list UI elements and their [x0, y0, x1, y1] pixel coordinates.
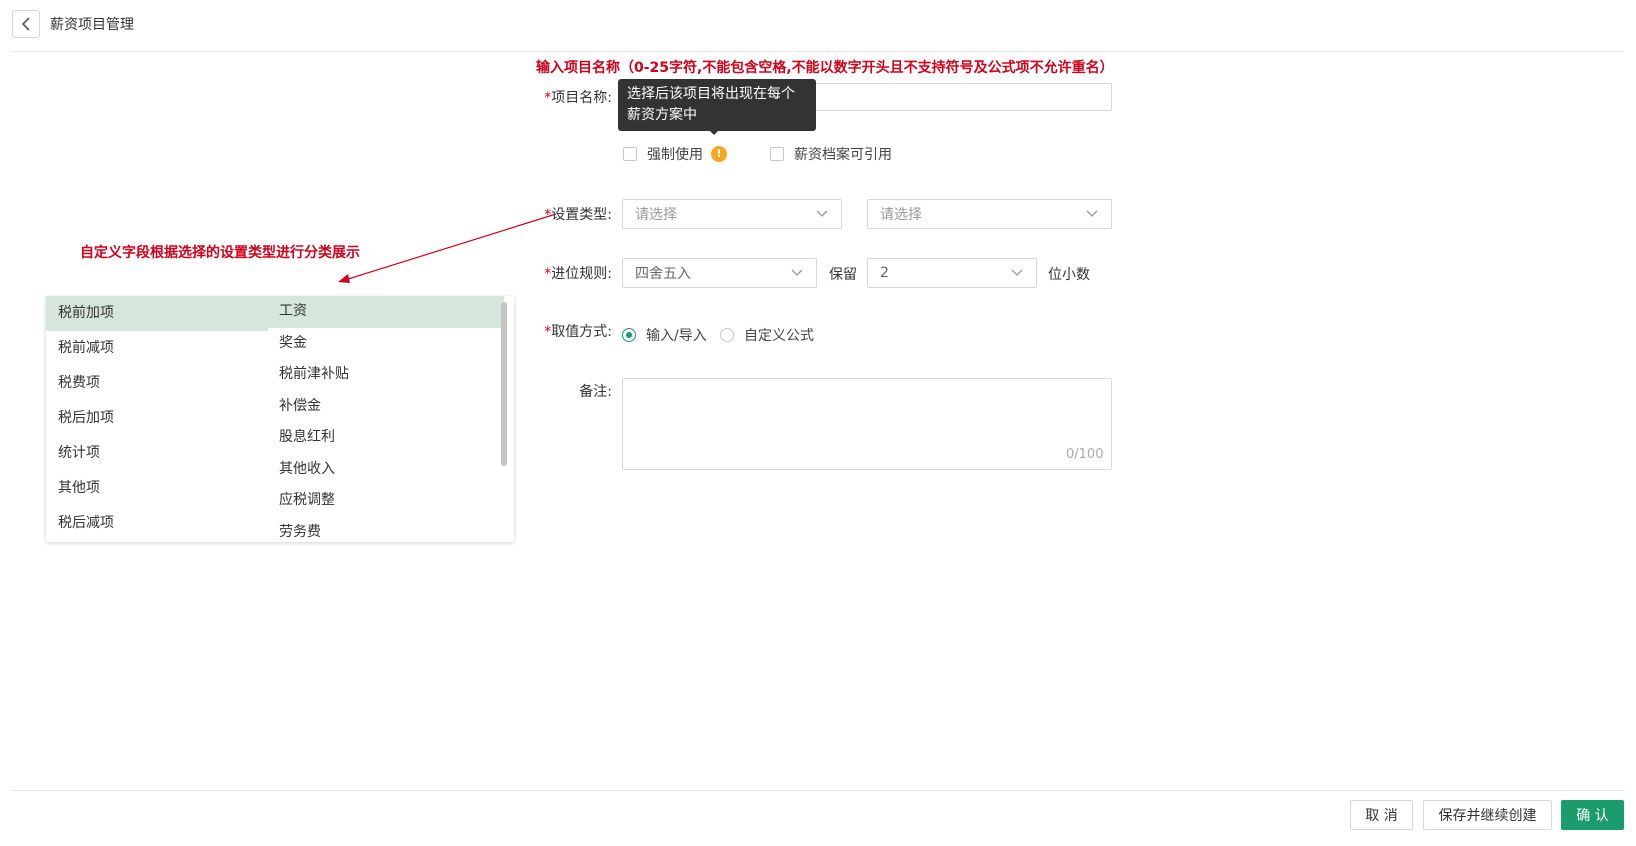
remark-textarea[interactable] — [622, 378, 1112, 470]
chevron-down-icon — [791, 269, 803, 276]
radio-label: 输入/导入 — [646, 328, 707, 344]
list-item[interactable]: 奖金 — [268, 328, 504, 360]
tooltip-arrow — [708, 129, 720, 135]
list-item[interactable]: 其他项 — [46, 471, 268, 506]
radio-custom-formula[interactable]: 自定义公式 — [720, 325, 814, 345]
list-item[interactable]: 税后加项 — [46, 401, 268, 436]
radio-dot — [720, 328, 734, 342]
value-mode-label: *取值方式: — [544, 324, 612, 340]
archive-ref-checkbox[interactable]: 薪资档案可引用 — [770, 144, 892, 164]
remark-label: 备注: — [579, 384, 612, 400]
category-list-secondary: 工资 奖金 税前津补贴 补偿金 股息红利 其他收入 应税调整 劳务费 — [268, 296, 504, 542]
remark-counter: 0/100 — [1066, 447, 1104, 462]
list-item[interactable]: 劳务费 — [268, 517, 504, 543]
select-value: 2 — [880, 265, 889, 281]
force-use-label: 强制使用 — [647, 147, 703, 163]
select-placeholder: 请选择 — [635, 207, 677, 223]
cancel-button[interactable]: 取 消 — [1350, 800, 1413, 830]
radio-input-import[interactable]: 输入/导入 — [622, 325, 707, 345]
chevron-down-icon — [1011, 269, 1023, 276]
type-label: *设置类型: — [544, 207, 612, 223]
select-value: 四舍五入 — [635, 266, 691, 282]
category-list-primary: 税前加项 税前减项 税费项 税后加项 统计项 其他项 税后减项 — [46, 296, 268, 542]
list-item[interactable]: 工资 — [268, 296, 504, 328]
chevron-down-icon — [816, 210, 828, 217]
radio-dot — [622, 328, 636, 342]
force-use-checkbox[interactable]: 强制使用 ! — [623, 144, 727, 164]
list-item[interactable]: 补偿金 — [268, 391, 504, 423]
list-item[interactable]: 应税调整 — [268, 485, 504, 517]
keep-label: 保留 — [829, 267, 857, 283]
list-item[interactable]: 股息红利 — [268, 422, 504, 454]
chevron-down-icon — [1086, 210, 1098, 217]
radio-label: 自定义公式 — [744, 328, 814, 344]
confirm-button[interactable]: 确 认 — [1561, 800, 1624, 830]
list-item[interactable]: 税前津补贴 — [268, 359, 504, 391]
checkbox-box — [770, 147, 784, 161]
select-placeholder: 请选择 — [880, 207, 922, 223]
name-label: *项目名称: — [544, 90, 612, 106]
scrollbar[interactable] — [501, 302, 507, 466]
list-item[interactable]: 税前加项 — [46, 296, 268, 331]
force-use-tooltip: 选择后该项目将出现在每个薪资方案中 — [618, 79, 816, 131]
list-item[interactable]: 税费项 — [46, 366, 268, 401]
footer-divider — [12, 790, 1624, 791]
type-select-secondary[interactable]: 请选择 — [867, 199, 1112, 229]
decimals-suffix: 位小数 — [1048, 267, 1090, 283]
category-panel: 税前加项 税前减项 税费项 税后加项 统计项 其他项 税后减项 工资 奖金 税前… — [46, 296, 514, 542]
type-select-primary[interactable]: 请选择 — [622, 199, 842, 229]
info-icon[interactable]: ! — [711, 146, 727, 162]
save-continue-button[interactable]: 保存并继续创建 — [1423, 800, 1552, 830]
archive-ref-label: 薪资档案可引用 — [794, 147, 892, 163]
list-item[interactable]: 其他收入 — [268, 454, 504, 486]
rounding-select[interactable]: 四舍五入 — [622, 258, 817, 288]
list-item[interactable]: 税后减项 — [46, 506, 268, 541]
rounding-label: *进位规则: — [544, 266, 612, 282]
checkbox-box — [623, 147, 637, 161]
list-item[interactable]: 税前减项 — [46, 331, 268, 366]
list-item[interactable]: 统计项 — [46, 436, 268, 471]
decimals-select[interactable]: 2 — [867, 258, 1037, 288]
